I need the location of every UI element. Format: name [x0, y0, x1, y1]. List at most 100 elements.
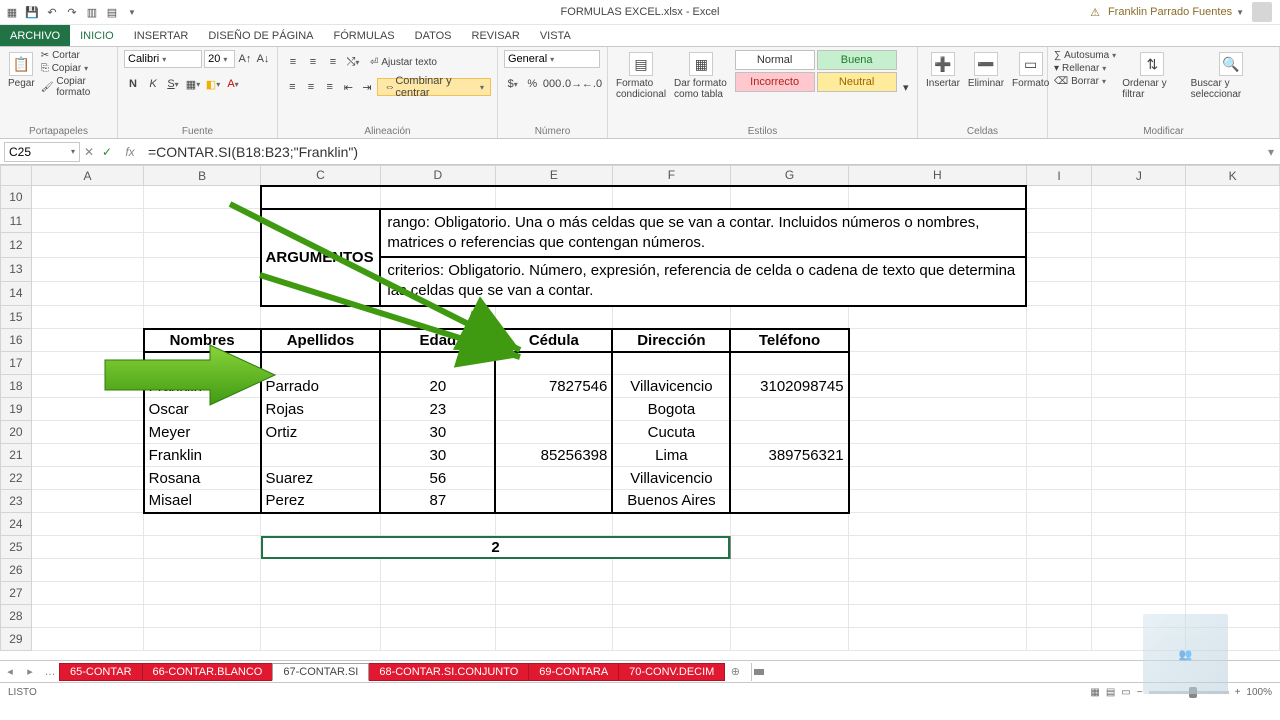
formula-bar[interactable]: =CONTAR.SI(B18:B23;"Franklin") — [144, 144, 1262, 160]
align-bottom-icon[interactable]: ≡ — [324, 53, 342, 71]
col-header[interactable]: F — [612, 166, 730, 186]
format-painter-button[interactable]: 🖌 Copiar formato — [41, 76, 111, 98]
row-header[interactable]: 13 — [1, 257, 32, 281]
increase-font-icon[interactable]: A↑ — [237, 50, 253, 68]
format-cells-button[interactable]: ▭Formato — [1010, 50, 1051, 91]
row-header[interactable]: 28 — [1, 605, 32, 628]
align-middle-icon[interactable]: ≡ — [304, 53, 322, 71]
sheet-tab[interactable]: 70-CONV.DECIM — [618, 663, 725, 681]
row-header[interactable]: 26 — [1, 559, 32, 582]
sheet-tab[interactable]: 68-CONTAR.SI.CONJUNTO — [368, 663, 529, 681]
row-header[interactable]: 11 — [1, 209, 32, 233]
tab-data[interactable]: DATOS — [405, 25, 462, 46]
row-header[interactable]: 18 — [1, 375, 32, 398]
copy-button[interactable]: ⎘ Copiar ▾ — [41, 63, 111, 74]
col-header[interactable]: A — [31, 166, 143, 186]
row-header[interactable]: 12 — [1, 233, 32, 257]
enter-formula-icon[interactable]: ✓ — [98, 143, 116, 161]
row-header[interactable]: 22 — [1, 467, 32, 490]
cancel-formula-icon[interactable]: ✕ — [80, 143, 98, 161]
tab-view[interactable]: VISTA — [530, 25, 581, 46]
new-sheet-button[interactable]: ⊕ — [725, 665, 745, 678]
comma-icon[interactable]: 000 — [543, 75, 561, 93]
cell-style-bad[interactable]: Incorrecto — [735, 72, 815, 92]
conditional-format-button[interactable]: ▤Formato condicional — [614, 50, 668, 102]
cell-style-normal[interactable]: Normal — [735, 50, 815, 70]
styles-more-icon[interactable]: ▾ — [901, 78, 911, 96]
row-header[interactable]: 29 — [1, 628, 32, 651]
find-select-button[interactable]: 🔍Buscar y seleccionar — [1189, 50, 1273, 102]
user-name[interactable]: Franklin Parrado Fuentes ▼ — [1108, 6, 1244, 18]
qat-icon[interactable]: ▥ — [84, 4, 100, 20]
number-format-select[interactable]: General▾ — [504, 50, 600, 68]
cell-style-good[interactable]: Buena — [817, 50, 897, 70]
tab-nav-prev[interactable]: ◂ — [0, 665, 20, 678]
paste-button[interactable]: 📋Pegar — [6, 50, 37, 91]
row-header[interactable]: 19 — [1, 398, 32, 421]
row-header[interactable]: 21 — [1, 444, 32, 467]
wrap-text-button[interactable]: ⏎ Ajustar texto — [370, 53, 437, 71]
col-header[interactable]: H — [849, 166, 1027, 186]
font-name-select[interactable]: Calibri▾ — [124, 50, 202, 68]
avatar[interactable] — [1252, 2, 1272, 22]
col-header[interactable]: I — [1026, 166, 1092, 186]
col-header[interactable]: J — [1092, 166, 1186, 186]
row-header[interactable]: 20 — [1, 421, 32, 444]
decimal-inc-icon[interactable]: .0→ — [563, 75, 581, 93]
cell-style-neutral[interactable]: Neutral — [817, 72, 897, 92]
undo-icon[interactable]: ↶ — [44, 4, 60, 20]
tab-insert[interactable]: INSERTAR — [124, 25, 199, 46]
sheet-tab[interactable]: 67-CONTAR.SI — [272, 663, 369, 681]
qat-more-icon[interactable]: ▼ — [124, 4, 140, 20]
autosum-button[interactable]: ∑ Autosuma ▾ — [1054, 50, 1116, 61]
orientation-icon[interactable]: ⤭▾ — [344, 53, 362, 71]
zoom-level[interactable]: 100% — [1246, 687, 1272, 698]
row-header[interactable]: 17 — [1, 352, 32, 375]
qat-icon[interactable]: ▤ — [104, 4, 120, 20]
tab-formulas[interactable]: FÓRMULAS — [324, 25, 405, 46]
font-size-select[interactable]: 20▾ — [204, 50, 235, 68]
col-header[interactable]: B — [144, 166, 261, 186]
tab-layout[interactable]: DISEÑO DE PÁGINA — [198, 25, 323, 46]
percent-icon[interactable]: % — [524, 75, 542, 93]
clear-button[interactable]: ⌫ Borrar ▾ — [1054, 76, 1116, 87]
redo-icon[interactable]: ↷ — [64, 4, 80, 20]
align-left-icon[interactable]: ≡ — [284, 78, 301, 96]
tab-home[interactable]: INICIO — [70, 25, 124, 46]
delete-cells-button[interactable]: ➖Eliminar — [966, 50, 1006, 91]
italic-button[interactable]: K — [144, 75, 162, 93]
indent-dec-icon[interactable]: ⇤ — [340, 78, 357, 96]
bold-button[interactable]: N — [124, 75, 142, 93]
indent-inc-icon[interactable]: ⇥ — [359, 78, 376, 96]
zoom-out-icon[interactable]: − — [1137, 687, 1143, 698]
row-header[interactable]: 15 — [1, 306, 32, 329]
tab-file[interactable]: ARCHIVO — [0, 25, 70, 46]
sheet-tab[interactable]: 66-CONTAR.BLANCO — [142, 663, 274, 681]
sheet-tab[interactable]: 69-CONTARA — [528, 663, 619, 681]
row-header[interactable]: 16 — [1, 329, 32, 352]
view-normal-icon[interactable]: ▦ — [1090, 687, 1099, 698]
fx-icon[interactable]: fx — [116, 145, 144, 159]
tab-review[interactable]: REVISAR — [462, 25, 530, 46]
col-header[interactable]: D — [380, 166, 495, 186]
sort-filter-button[interactable]: ⇅Ordenar y filtrar — [1120, 50, 1184, 102]
row-header[interactable]: 24 — [1, 513, 32, 536]
cell-c25[interactable]: 2 — [261, 536, 731, 559]
align-right-icon[interactable]: ≡ — [321, 78, 338, 96]
row-header[interactable]: 25 — [1, 536, 32, 559]
view-layout-icon[interactable]: ▤ — [1106, 687, 1115, 698]
currency-icon[interactable]: $▾ — [504, 75, 522, 93]
fill-button[interactable]: ▾ Rellenar ▾ — [1054, 63, 1116, 74]
row-header[interactable]: 23 — [1, 490, 32, 513]
border-button[interactable]: ▦▾ — [184, 75, 202, 93]
save-icon[interactable]: 💾 — [24, 4, 40, 20]
font-color-button[interactable]: A▾ — [224, 75, 242, 93]
row-header[interactable]: 10 — [1, 186, 32, 209]
decrease-font-icon[interactable]: A↓ — [255, 50, 271, 68]
col-header[interactable]: E — [495, 166, 612, 186]
view-break-icon[interactable]: ▭ — [1121, 687, 1130, 698]
col-header[interactable]: K — [1186, 166, 1280, 186]
align-top-icon[interactable]: ≡ — [284, 53, 302, 71]
insert-cells-button[interactable]: ➕Insertar — [924, 50, 962, 91]
zoom-in-icon[interactable]: + — [1235, 687, 1241, 698]
